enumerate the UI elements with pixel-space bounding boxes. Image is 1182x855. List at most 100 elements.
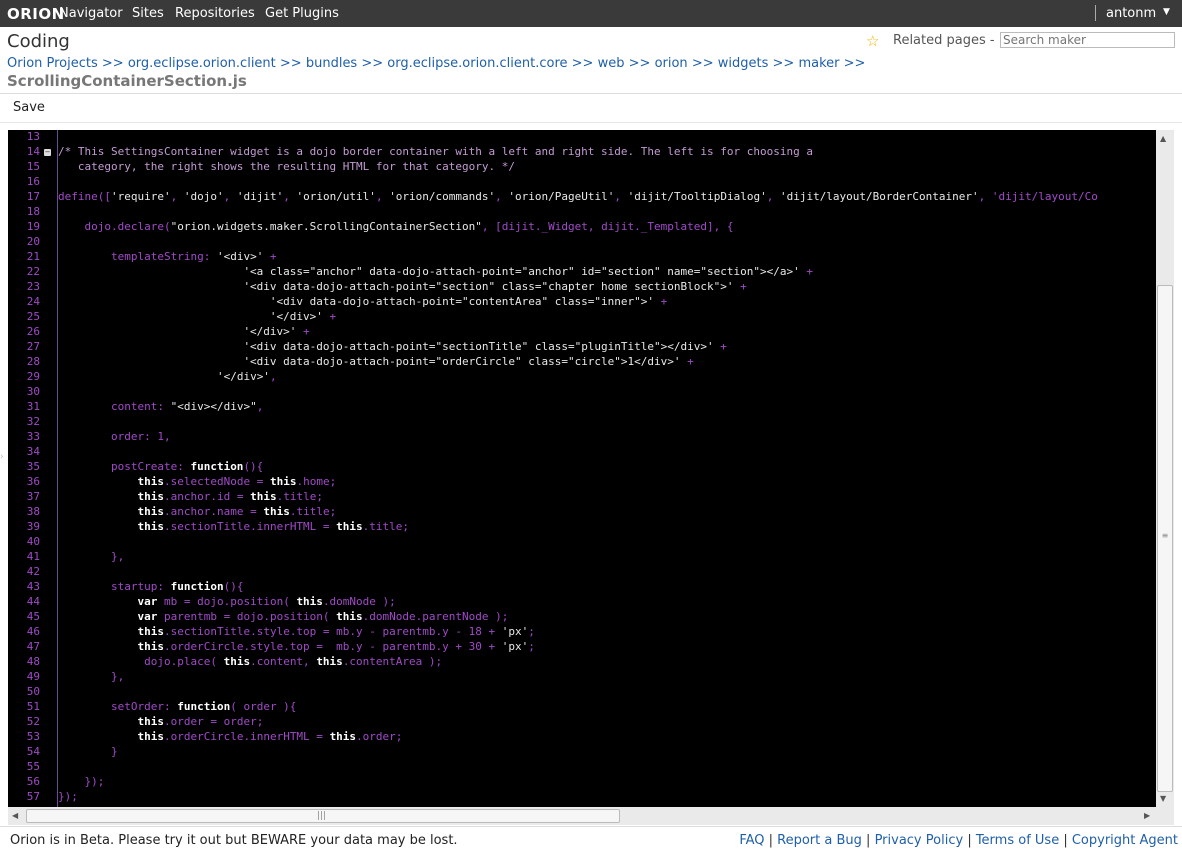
search-input[interactable]	[1000, 32, 1175, 48]
line-number: 31	[26, 400, 40, 413]
breadcrumb-item[interactable]: org.eclipse.orion.client	[128, 56, 276, 71]
code-line: this.selectedNode = this.home;	[137, 475, 337, 488]
line-number: 39	[26, 520, 40, 533]
footer-link-report-bug[interactable]: Report a Bug	[777, 833, 862, 848]
line-number: 30	[26, 385, 40, 398]
vertical-scroll-thumb[interactable]: ≡	[1157, 285, 1173, 792]
line-number: 34	[26, 445, 40, 458]
line-number: 15	[26, 160, 40, 173]
scroll-up-icon[interactable]: ▲	[1160, 134, 1166, 143]
line-number: 46	[26, 625, 40, 638]
code-line: this.orderCircle.style.top = mb.y - pare…	[137, 640, 535, 653]
line-number-gutter: 13 14−15 16 17 18 19 20 21 22 23 24 25 26 27 28 29 30 31 3…	[8, 130, 58, 807]
code-text-area[interactable]: /* This SettingsContainer widget is a do…	[58, 130, 1156, 807]
nav-sites[interactable]: Sites	[132, 6, 164, 21]
line-number: 57	[26, 790, 40, 803]
code-line: '<div data-dojo-attach-point="orderCircl…	[243, 355, 694, 368]
line-number: 55	[26, 760, 40, 773]
line-number: 18	[26, 205, 40, 218]
breadcrumb-separator: >>	[628, 56, 651, 71]
code-line: '<div data-dojo-attach-point="sectionTit…	[243, 340, 727, 353]
code-line: }	[58, 745, 118, 758]
breadcrumb-item[interactable]: maker	[798, 56, 839, 71]
fold-toggle-icon[interactable]: −	[44, 149, 51, 156]
line-number: 19	[26, 220, 40, 233]
orion-logo[interactable]: ORION	[7, 5, 65, 23]
nav-get-plugins[interactable]: Get Plugins	[265, 6, 339, 21]
line-number: 41	[26, 550, 40, 563]
save-button[interactable]: Save	[13, 100, 45, 115]
code-line: '<div data-dojo-attach-point="contentAre…	[269, 295, 668, 308]
footer-separator: |	[866, 833, 875, 848]
code-line: },	[58, 550, 125, 563]
breadcrumb-separator: >>	[772, 56, 795, 71]
breadcrumb-item[interactable]: web	[598, 56, 625, 71]
line-number: 29	[26, 370, 40, 383]
grip-icon: |||	[317, 811, 327, 821]
footer-link-faq[interactable]: FAQ	[739, 833, 764, 848]
footer-separator: |	[1063, 833, 1072, 848]
code-line: '<a class="anchor" data-dojo-attach-poin…	[243, 265, 813, 278]
line-number: 24	[26, 295, 40, 308]
line-number: 13	[26, 130, 40, 143]
breadcrumb-item[interactable]: Orion Projects	[7, 56, 98, 71]
horizontal-scrollbar[interactable]: ◀ ||| ▶	[8, 807, 1156, 825]
breadcrumb-item[interactable]: orion	[655, 56, 688, 71]
chevron-down-icon[interactable]: ▼	[1163, 7, 1170, 17]
code-line: /* This SettingsContainer widget is a do…	[58, 145, 813, 158]
top-banner: ORION Navigator Sites Repositories Get P…	[0, 0, 1182, 27]
scroll-right-icon[interactable]: ▶	[1144, 811, 1150, 820]
breadcrumb-separator: >>	[843, 56, 866, 71]
footer-links: FAQ | Report a Bug | Privacy Policy | Te…	[739, 833, 1178, 848]
line-number: 26	[26, 325, 40, 338]
code-line: order: 1,	[58, 430, 171, 443]
toolbar-divider	[0, 122, 1182, 123]
line-number: 14	[26, 145, 40, 158]
breadcrumb-item[interactable]: org.eclipse.orion.client.core	[387, 56, 567, 71]
breadcrumb-separator: >>	[691, 56, 714, 71]
line-number: 53	[26, 730, 40, 743]
line-number: 38	[26, 505, 40, 518]
line-number: 52	[26, 715, 40, 728]
code-line: this.anchor.name = this.title;	[137, 505, 337, 518]
footer-link-copyright[interactable]: Copyright Agent	[1072, 833, 1178, 848]
scroll-down-icon[interactable]: ▼	[1160, 794, 1166, 803]
nav-navigator[interactable]: Navigator	[59, 6, 123, 21]
line-number: 56	[26, 775, 40, 788]
line-number: 36	[26, 475, 40, 488]
related-pages-menu[interactable]: Related pages -	[893, 33, 995, 48]
code-line: dojo.declare("orion.widgets.maker.Scroll…	[58, 220, 734, 233]
breadcrumb-separator: >>	[361, 56, 384, 71]
code-editor[interactable]: 13 14−15 16 17 18 19 20 21 22 23 24 25 26 27 28 29 30 31 3…	[8, 130, 1174, 825]
code-line: templateString: '<div>' +	[58, 250, 277, 263]
line-number: 54	[26, 745, 40, 758]
vertical-scrollbar[interactable]: ▲ ≡ ▼	[1156, 130, 1174, 807]
scroll-left-icon[interactable]: ◀	[12, 811, 18, 820]
footer-link-privacy[interactable]: Privacy Policy	[875, 833, 964, 848]
line-number: 50	[26, 685, 40, 698]
user-menu[interactable]: antonm	[1106, 6, 1156, 21]
splitter-handle-icon[interactable]: ›	[0, 452, 4, 462]
code-line: this.anchor.id = this.title;	[137, 490, 323, 503]
star-icon[interactable]: ☆	[866, 32, 879, 50]
code-line: this.order = order;	[137, 715, 264, 728]
user-divider	[1095, 5, 1096, 21]
line-number: 17	[26, 190, 40, 203]
grip-icon: ≡	[1161, 531, 1169, 540]
line-number: 22	[26, 265, 40, 278]
code-line: },	[58, 670, 125, 683]
line-number: 44	[26, 595, 40, 608]
footer-divider	[0, 826, 1182, 827]
nav-repositories[interactable]: Repositories	[175, 6, 255, 21]
line-number: 42	[26, 565, 40, 578]
line-number: 40	[26, 535, 40, 548]
horizontal-scroll-thumb[interactable]: |||	[26, 809, 620, 823]
page-title: Coding	[7, 31, 70, 52]
breadcrumb-item[interactable]: bundles	[306, 56, 357, 71]
line-number: 25	[26, 310, 40, 323]
breadcrumb-item[interactable]: widgets	[718, 56, 769, 71]
code-line: '</div>',	[216, 370, 277, 383]
code-line: '</div>' +	[269, 310, 337, 323]
footer-link-terms[interactable]: Terms of Use	[976, 833, 1059, 848]
line-number: 43	[26, 580, 40, 593]
